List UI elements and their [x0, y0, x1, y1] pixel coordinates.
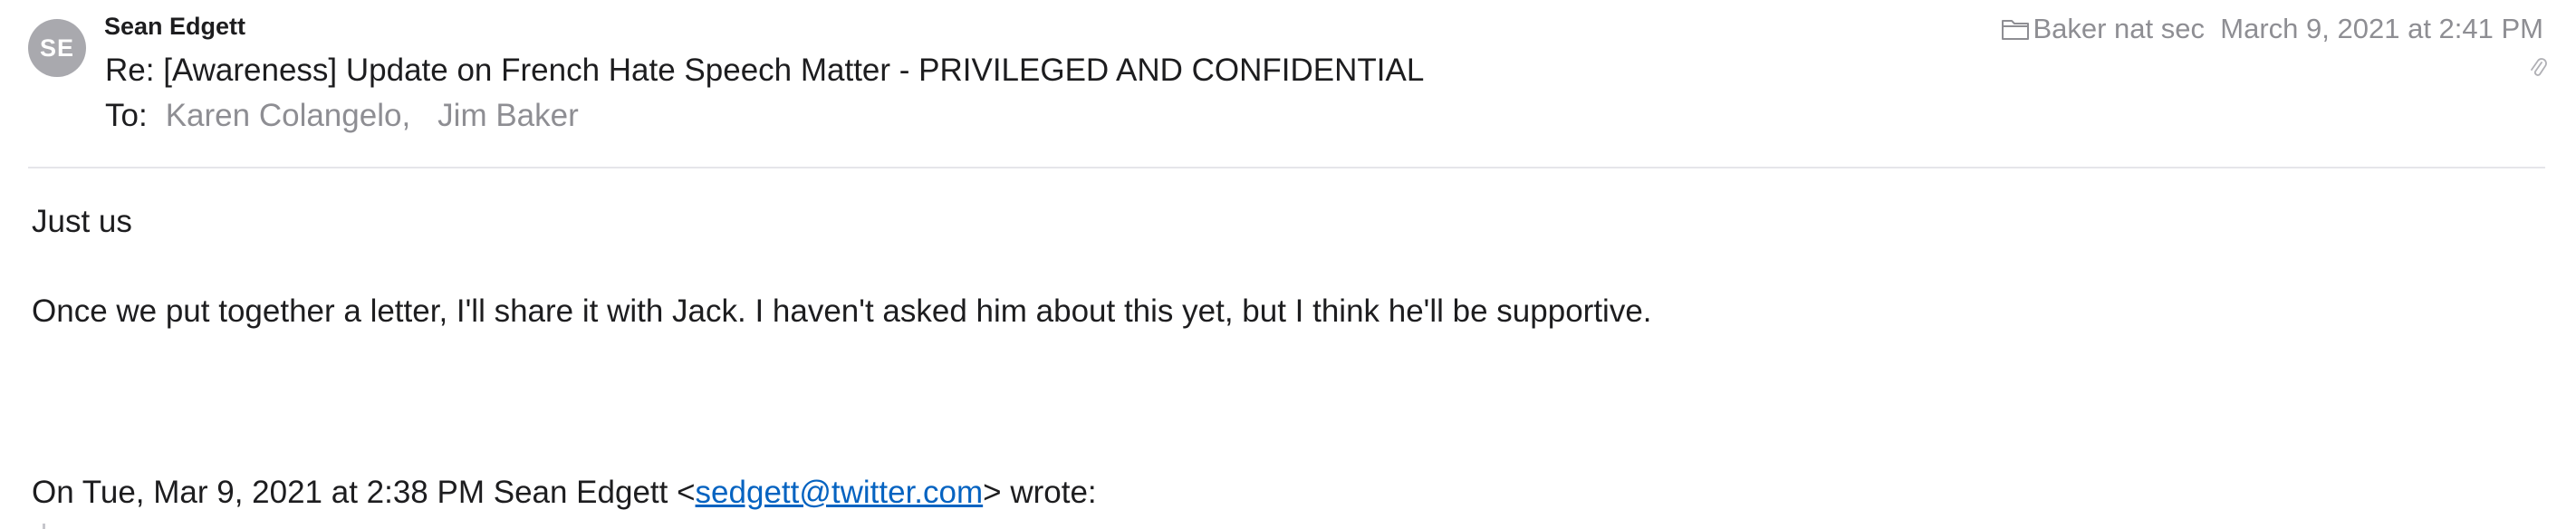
- mailbox-label[interactable]: Baker nat sec: [2000, 13, 2205, 45]
- to-label: To:: [105, 98, 148, 133]
- body-line-1: Just us: [32, 204, 132, 239]
- quote-header: On Tue, Mar 9, 2021 at 2:38 PM Sean Edge…: [32, 475, 1097, 511]
- to-line: To: Karen Colangelo, Jim Baker: [105, 98, 579, 134]
- mailbox-name: Baker nat sec: [2033, 13, 2205, 44]
- email-subject: Re: [Awareness] Update on French Hate Sp…: [105, 53, 1425, 88]
- quote-bar: [43, 524, 45, 529]
- email-message-view: SE Sean Edgett Re: [Awareness] Update on…: [0, 0, 2576, 529]
- email-datetime: March 9, 2021 at 2:41 PM: [2220, 13, 2543, 44]
- folder-icon: [2000, 15, 2031, 43]
- sender-name[interactable]: Sean Edgett: [104, 13, 245, 41]
- avatar-initials: SE: [39, 34, 75, 62]
- recipient-karen-colangelo[interactable]: Karen Colangelo,: [166, 98, 410, 134]
- avatar[interactable]: SE: [28, 19, 86, 77]
- paperclip-icon[interactable]: [2529, 56, 2547, 80]
- body-line-2: Once we put together a letter, I'll shar…: [32, 293, 1652, 329]
- sender-email-link[interactable]: sedgett@twitter.com: [696, 475, 984, 510]
- recipient-jim-baker[interactable]: Jim Baker: [437, 98, 579, 134]
- quote-suffix: > wrote:: [983, 475, 1097, 510]
- header-divider: [28, 167, 2545, 168]
- quote-prefix: On Tue, Mar 9, 2021 at 2:38 PM Sean Edge…: [32, 475, 696, 510]
